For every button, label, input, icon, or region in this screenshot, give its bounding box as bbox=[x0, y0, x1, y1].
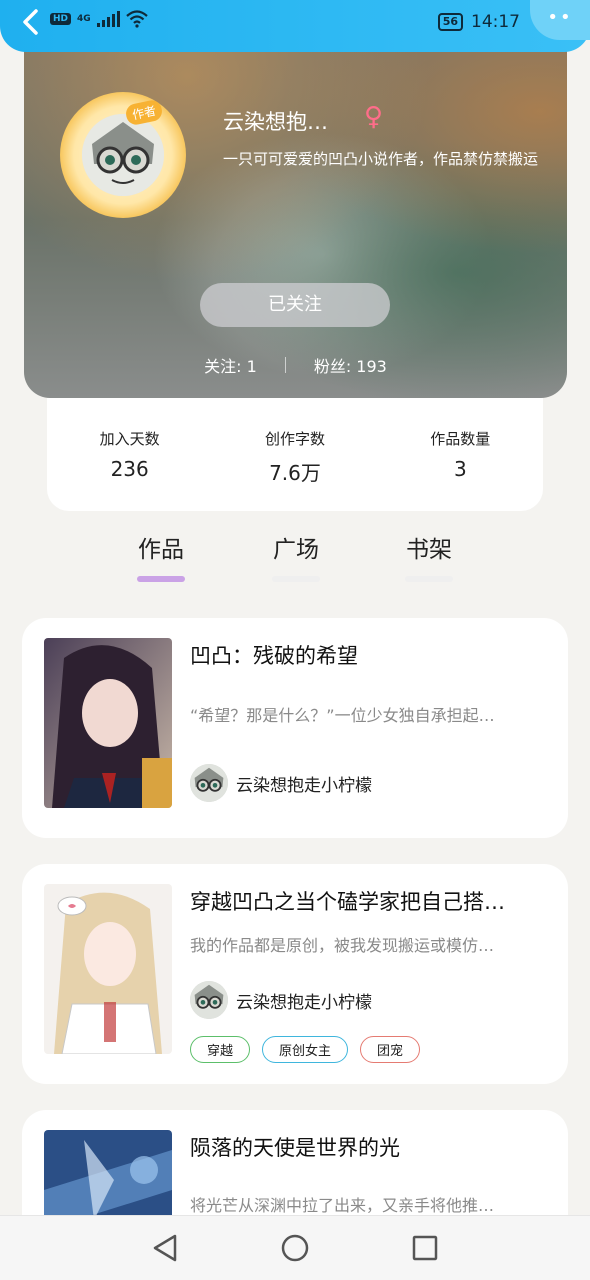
clock: 14:17 bbox=[471, 12, 520, 32]
wifi-icon bbox=[125, 10, 148, 28]
bio: 一只可可爱爱的凹凸小说作者，作品禁仿禁搬运 bbox=[223, 150, 539, 168]
tag[interactable]: 穿越 bbox=[190, 1036, 251, 1063]
hd-badge: HD bbox=[50, 13, 72, 25]
tab-label: 书架 bbox=[406, 537, 452, 563]
tab-underline bbox=[405, 576, 453, 582]
cover-illustration bbox=[44, 884, 172, 1054]
tag[interactable]: 团宠 bbox=[360, 1036, 421, 1063]
network-indicators: HD 4G bbox=[50, 10, 148, 28]
book-tags: 穿越 原创女主 团宠 bbox=[190, 1036, 421, 1063]
book-author[interactable]: 云染想抱走小柠檬 bbox=[190, 981, 372, 1019]
avatar bbox=[82, 114, 164, 196]
stats-panel: 加入天数 236 创作字数 7.6万 作品数量 3 bbox=[47, 398, 543, 511]
recent-apps-icon[interactable] bbox=[405, 1228, 445, 1268]
stat-label: 作品数量 bbox=[430, 430, 491, 448]
female-icon: ♀ bbox=[364, 102, 384, 132]
nickname: 云染想抱… bbox=[223, 110, 328, 134]
work-card[interactable]: 凹凸：残破的希望 “希望？那是什么？”一位少女独自承担起… 云染想抱走小柠檬 bbox=[22, 618, 568, 838]
author-name: 云染想抱走小柠檬 bbox=[236, 992, 372, 1013]
back-icon[interactable] bbox=[145, 1228, 185, 1268]
book-author[interactable]: 云染想抱走小柠檬 bbox=[190, 764, 372, 802]
author-name: 云染想抱走小柠檬 bbox=[236, 775, 372, 796]
more-icon[interactable]: •• bbox=[530, 0, 590, 40]
net-type: 4G bbox=[77, 14, 91, 24]
book-title[interactable]: 穿越凹凸之当个磕学家把自己搭… bbox=[190, 886, 550, 916]
stat-works-count: 作品数量 3 bbox=[390, 428, 530, 511]
book-title[interactable]: 陨落的天使是世界的光 bbox=[190, 1132, 550, 1162]
avatar-illustration bbox=[82, 114, 164, 196]
status-right: 56 14:17 bbox=[437, 12, 520, 32]
book-cover[interactable] bbox=[44, 638, 172, 808]
tab-works[interactable]: 作品 bbox=[121, 530, 201, 582]
stat-label: 加入天数 bbox=[99, 430, 160, 448]
tag[interactable]: 原创女主 bbox=[262, 1036, 349, 1063]
cover-illustration bbox=[44, 638, 172, 808]
tab-label: 广场 bbox=[273, 537, 319, 563]
status-bar: HD 4G 56 14:17 •• bbox=[0, 0, 590, 52]
tab-bookshelf[interactable]: 书架 bbox=[389, 530, 469, 582]
stat-word-count: 创作字数 7.6万 bbox=[225, 428, 365, 511]
tab-underline bbox=[272, 576, 320, 582]
book-description: 将光芒从深渊中拉了出来，又亲手将他推… bbox=[190, 1196, 495, 1215]
signal-icon bbox=[96, 11, 120, 27]
tab-underline bbox=[137, 576, 185, 582]
system-nav-bar bbox=[0, 1215, 590, 1280]
avatar bbox=[190, 764, 228, 802]
back-arrow-icon[interactable] bbox=[20, 8, 42, 36]
author-tag: 作者 bbox=[124, 98, 164, 127]
divider bbox=[284, 357, 286, 373]
tab-square[interactable]: 广场 bbox=[256, 530, 336, 582]
author-avatar[interactable]: 作者 bbox=[60, 92, 186, 218]
profile-header: 作者 云染想抱… ♀ 一只可可爱爱的凹凸小说作者，作品禁仿禁搬运 已关注 关注:… bbox=[24, 40, 567, 398]
battery-icon: 56 bbox=[437, 13, 463, 31]
book-cover[interactable] bbox=[44, 884, 172, 1054]
stat-label: 创作字数 bbox=[264, 430, 325, 448]
stat-value: 7.6万 bbox=[269, 461, 321, 485]
avatar bbox=[190, 981, 228, 1019]
fans-count[interactable]: 粉丝: 193 bbox=[314, 353, 387, 377]
stat-value: 3 bbox=[453, 457, 467, 481]
follow-counts: 关注: 1 粉丝: 193 bbox=[24, 353, 567, 377]
following-count[interactable]: 关注: 1 bbox=[204, 353, 257, 377]
home-icon[interactable] bbox=[275, 1228, 315, 1268]
book-description: 我的作品都是原创，被我发现搬运或模仿… bbox=[190, 936, 495, 955]
stat-join-days: 加入天数 236 bbox=[60, 428, 200, 511]
tab-label: 作品 bbox=[138, 537, 184, 563]
follow-button[interactable]: 已关注 bbox=[200, 283, 390, 327]
stat-value: 236 bbox=[110, 457, 149, 481]
book-description: “希望？那是什么？”一位少女独自承担起… bbox=[190, 706, 495, 725]
work-card[interactable]: 穿越凹凸之当个磕学家把自己搭… 我的作品都是原创，被我发现搬运或模仿… 云染想抱… bbox=[22, 864, 568, 1084]
book-title[interactable]: 凹凸：残破的希望 bbox=[190, 640, 550, 670]
